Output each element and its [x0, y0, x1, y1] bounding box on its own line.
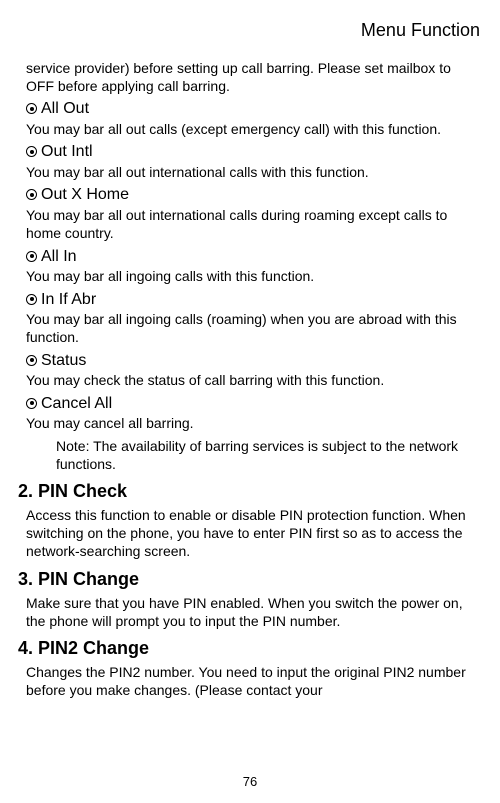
bullet-icon — [26, 189, 37, 200]
item-all-out-desc: You may bar all out calls (except emerge… — [26, 120, 482, 138]
item-status-heading: Status — [26, 351, 482, 372]
section-pin2-change-heading: 4. PIN2 Change — [18, 638, 482, 659]
item-cancel-all-heading: Cancel All — [26, 394, 482, 415]
item-all-in-desc: You may bar all ingoing calls with this … — [26, 267, 482, 285]
item-out-intl-heading: Out Intl — [26, 142, 482, 163]
item-title: Status — [41, 352, 86, 369]
item-status-desc: You may check the status of call barring… — [26, 371, 482, 389]
intro-paragraph: service provider) before setting up call… — [26, 59, 482, 95]
item-out-x-home-desc: You may bar all out international calls … — [26, 206, 482, 242]
item-in-if-abr-desc: You may bar all ingoing calls (roaming) … — [26, 310, 482, 346]
bullet-icon — [26, 251, 37, 262]
section-pin-change-body: Make sure that you have PIN enabled. Whe… — [26, 594, 482, 630]
item-title: Out Intl — [41, 143, 93, 160]
item-in-if-abr-heading: In If Abr — [26, 290, 482, 311]
note-paragraph: Note: The availability of barring servic… — [26, 437, 482, 473]
page-number: 76 — [0, 774, 500, 789]
bullet-icon — [26, 398, 37, 409]
section-pin-check-body: Access this function to enable or disabl… — [26, 506, 482, 561]
item-out-intl-desc: You may bar all out international calls … — [26, 163, 482, 181]
section-pin2-change-body: Changes the PIN2 number. You need to inp… — [26, 663, 482, 699]
item-all-out-heading: All Out — [26, 99, 482, 120]
item-cancel-all-desc: You may cancel all barring. — [26, 414, 482, 432]
page-content: service provider) before setting up call… — [18, 59, 482, 699]
bullet-icon — [26, 146, 37, 157]
item-title: Out X Home — [41, 186, 129, 203]
item-all-in-heading: All In — [26, 247, 482, 268]
item-title: All Out — [41, 100, 89, 117]
bullet-icon — [26, 103, 37, 114]
item-out-x-home-heading: Out X Home — [26, 185, 482, 206]
item-title: In If Abr — [41, 291, 96, 308]
item-title: Cancel All — [41, 395, 112, 412]
bullet-icon — [26, 355, 37, 366]
page-header: Menu Function — [18, 20, 482, 41]
bullet-icon — [26, 294, 37, 305]
item-title: All In — [41, 248, 77, 265]
section-pin-check-heading: 2. PIN Check — [18, 481, 482, 502]
section-pin-change-heading: 3. PIN Change — [18, 569, 482, 590]
